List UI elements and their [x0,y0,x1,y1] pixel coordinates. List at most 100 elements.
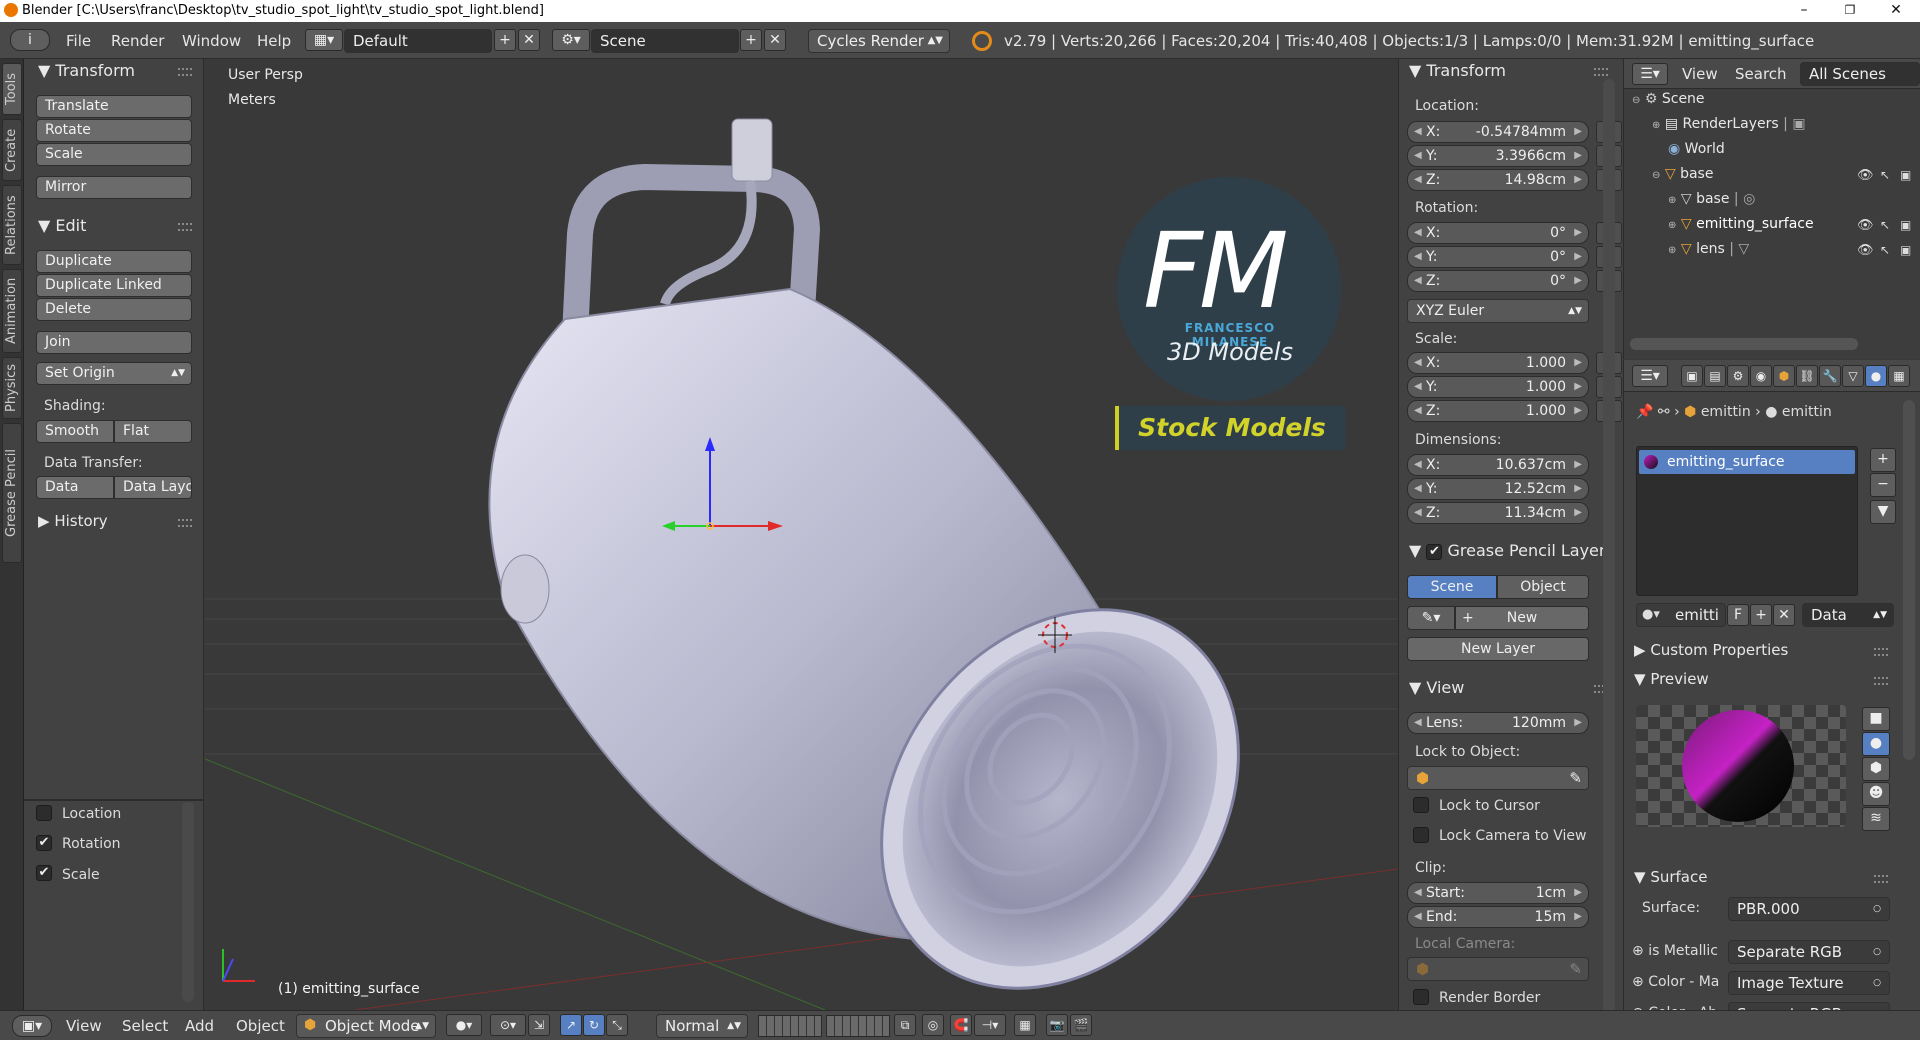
render-tab-icon[interactable]: ▣ [1681,365,1703,387]
maximize-button[interactable]: ❐ [1827,0,1873,22]
location-z-field[interactable]: ◀ Z: 14.98cm ▶ [1407,169,1589,191]
input-row-metallic[interactable]: ⊕ is Metallic [1632,943,1718,959]
remove-scene-icon[interactable]: ✕ [764,29,786,51]
location-y-field[interactable]: ◀ Y: 3.3966cm ▶ [1407,145,1589,167]
panel-grip-icon[interactable] [178,68,192,76]
location-checkbox[interactable] [36,805,52,821]
outliner-item-world[interactable]: ◉ World [1668,141,1917,166]
menu-select[interactable]: Select [122,1017,168,1035]
preview-cube-icon[interactable]: ⬢ [1862,757,1890,781]
translate-button[interactable]: Translate [36,95,192,118]
info-editor-icon[interactable]: i [10,29,50,51]
set-origin-select[interactable]: Set Origin ▲▼ [36,362,192,385]
panel-grip-icon[interactable] [1874,677,1888,685]
display-mode-select[interactable]: All Scenes [1800,62,1920,86]
visibility-eye-icon[interactable]: 👁 [1857,218,1874,233]
panel-grip-icon[interactable] [1874,648,1888,656]
menu-render[interactable]: Render [111,32,164,50]
panel-grip-icon[interactable] [178,223,192,231]
scene-icon[interactable]: ⚙▾ [552,29,590,51]
scene-tab-icon[interactable]: ⚙ [1727,365,1749,387]
join-button[interactable]: Join [36,331,192,354]
dimension-y-field[interactable]: ◀ Y: 12.52cm ▶ [1407,478,1589,500]
render-opengl-icon[interactable]: 📷 [1046,1014,1068,1036]
n-transform-header[interactable]: ▼ Transform [1409,61,1506,80]
lens-field[interactable]: ◀ Lens: 120mm ▶ [1407,712,1589,734]
scale-y-field[interactable]: ◀ Y: 1.000 ▶ [1407,376,1589,398]
new-grease-button[interactable]: + New [1455,606,1589,630]
remove-slot-icon[interactable]: − [1870,473,1896,497]
outliner-scrollbar[interactable] [1630,338,1858,350]
grease-pencil-header[interactable]: ▼ ✔ Grease Pencil Layer [1409,541,1609,560]
tab-grease-pencil[interactable]: Grease Pencil [2,423,22,563]
snap-toggle-icon[interactable]: 🧲 [950,1014,972,1036]
data-tab-icon[interactable]: ▽ [1842,365,1864,387]
visibility-eye-icon[interactable]: 👁 [1857,168,1874,183]
local-camera-field[interactable]: ⬢ ✎ [1407,957,1589,981]
input-row-color-ma[interactable]: ⊕ Color - Ma [1632,974,1719,990]
history-panel-header[interactable]: ▶ History [38,512,108,530]
smooth-button[interactable]: Smooth [36,420,114,443]
flat-button[interactable]: Flat [114,420,192,443]
select-arrow-icon[interactable]: ↖ [1880,168,1890,182]
menu-file[interactable]: File [66,32,91,50]
location-x-field[interactable]: ◀ X: -0.54784mm ▶ [1407,121,1589,143]
preview-header[interactable]: ▼ Preview [1634,670,1709,688]
render-camera-icon[interactable]: ▣ [1900,168,1911,182]
preview-sphere-icon[interactable]: ● [1862,732,1890,756]
panel-grip-icon[interactable] [1594,68,1608,76]
render-layers-tab-icon[interactable]: ▤ [1704,365,1726,387]
properties-scrollbar[interactable] [1903,400,1915,760]
pivot-point-icon[interactable]: ⊙▾ [490,1014,526,1036]
outliner-search-menu[interactable]: Search [1735,65,1787,83]
add-scene-icon[interactable]: + [740,29,762,51]
material-tab-icon[interactable]: ● [1865,365,1887,387]
add-layout-icon[interactable]: + [494,29,516,51]
grease-pencil-checkbox[interactable]: ✔ [1426,543,1443,560]
surface-shader-select[interactable]: PBR.000 ○ [1728,897,1890,921]
data-layout-button[interactable]: Data Layo [114,476,192,499]
menu-add[interactable]: Add [185,1017,214,1035]
render-camera-icon[interactable]: ▣ [1900,243,1911,257]
snap-element-icon[interactable]: ⊣▾ [974,1014,1006,1036]
clip-start-field[interactable]: ◀ Start: 1cm ▶ [1407,882,1589,904]
modifiers-tab-icon[interactable]: 🔧 [1819,365,1841,387]
input-link-metallic[interactable]: Separate RGB ○ [1728,940,1890,964]
operator-scrollbar[interactable] [182,802,194,1002]
edit-panel-header[interactable]: ▼ Edit [38,216,86,235]
menu-view[interactable]: View [66,1017,102,1035]
new-layer-button[interactable]: New Layer [1407,637,1589,661]
screen-layout-field[interactable]: Default [344,29,492,53]
texture-tab-icon[interactable]: ▦ [1888,365,1910,387]
remove-layout-icon[interactable]: ✕ [518,29,540,51]
add-slot-icon[interactable]: + [1870,448,1896,472]
visibility-eye-icon[interactable]: 👁 [1857,243,1874,258]
object-tab-icon[interactable]: ⬢ [1773,365,1795,387]
minimize-button[interactable]: – [1781,0,1827,22]
scale-x-field[interactable]: ◀ X: 1.000 ▶ [1407,352,1589,374]
transform-orientation-select[interactable]: Normal ▲▼ [656,1014,748,1038]
rotate-button[interactable]: Rotate [36,119,192,142]
render-engine-select[interactable]: Cycles Render ▲▼ [808,29,950,53]
mirror-button[interactable]: Mirror [36,176,192,199]
screen-layout-icon[interactable]: ▦▾ [305,29,343,51]
properties-editor-icon[interactable]: ☰▾ [1632,365,1668,387]
proportional-edit-icon[interactable]: ◎ [922,1014,944,1036]
data-button[interactable]: Data [36,476,114,499]
layer-buttons-group-1[interactable] [758,1015,822,1037]
rotation-z-field[interactable]: ◀ Z: 0° ▶ [1407,270,1589,292]
snap-target-icon[interactable]: ▦ [1014,1014,1036,1036]
layer-buttons-group-2[interactable] [826,1015,890,1037]
lock-object-field[interactable]: ⬢ ✎ [1407,766,1589,790]
lock-to-cursor-checkbox[interactable] [1413,797,1429,813]
rotation-x-field[interactable]: ◀ X: 0° ▶ [1407,222,1589,244]
scene-field[interactable]: Scene [591,29,739,53]
tab-relations[interactable]: Relations [2,185,22,265]
rotate-manipulator-icon[interactable]: ↻ [583,1014,605,1036]
menu-object[interactable]: Object [236,1017,285,1035]
3d-viewport[interactable]: User Persp Meters (1) emitting_surface F… [205,59,1398,1010]
constraints-tab-icon[interactable]: ⛓ [1796,365,1818,387]
scale-checkbox[interactable]: ✔ [36,865,52,881]
tab-tools[interactable]: Tools [2,63,22,115]
menu-help[interactable]: Help [257,32,291,50]
